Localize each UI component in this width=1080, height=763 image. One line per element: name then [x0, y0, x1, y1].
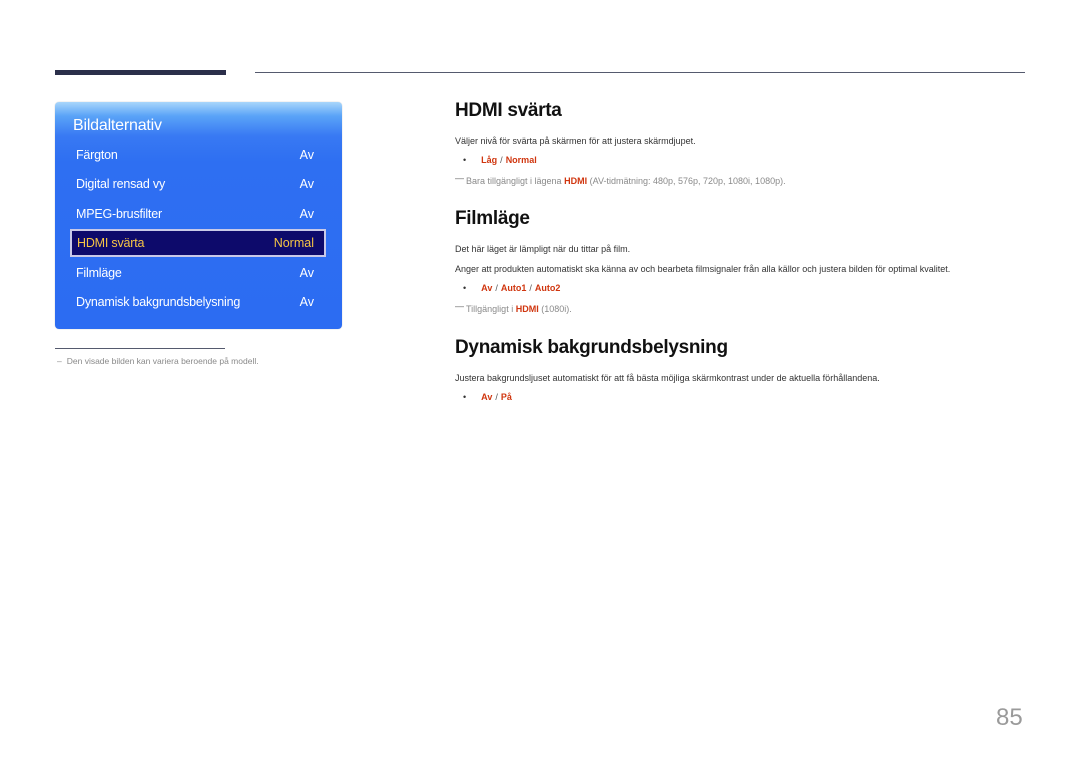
footnote: – Den visade bilden kan variera beroende …	[57, 356, 259, 366]
option-separator: /	[500, 155, 503, 165]
section-description: Väljer nivå för svärta på skärmen för at…	[455, 136, 696, 146]
note-mark: —	[455, 301, 464, 311]
osd-item-digital-rensad-vy[interactable]: Digital rensad vy Av	[71, 172, 325, 198]
availability-highlight: HDMI	[515, 304, 539, 314]
option-list: • Låg / Normal	[463, 155, 537, 165]
osd-menu-panel: Bildalternativ Färgton Av Digital rensad…	[55, 102, 342, 329]
osd-item-value: Av	[299, 295, 314, 309]
osd-item-filmlage[interactable]: Filmläge Av	[71, 261, 325, 287]
footnote-dash: –	[57, 356, 62, 366]
option-auto2: Auto2	[534, 283, 561, 293]
osd-item-fargton[interactable]: Färgton Av	[71, 143, 325, 169]
availability-highlight: HDMI	[564, 176, 588, 186]
osd-item-hdmi-svarta[interactable]: HDMI svärta Normal	[70, 229, 326, 257]
osd-item-label: Dynamisk bakgrundsbelysning	[76, 295, 241, 309]
section-description: Justera bakgrundsljuset automatiskt för …	[455, 373, 880, 383]
section-dynamisk-bakgrundsbelysning: Dynamisk bakgrundsbelysning Justera bakg…	[455, 337, 880, 402]
section-title: Dynamisk bakgrundsbelysning	[455, 337, 728, 358]
bullet: •	[463, 155, 467, 165]
osd-item-label: HDMI svärta	[77, 236, 145, 250]
option-list: • Av / På	[463, 392, 512, 402]
osd-item-value: Av	[299, 148, 314, 162]
header-bar-thick	[55, 70, 226, 75]
osd-item-label: Färgton	[76, 148, 118, 162]
availability-note: — Tillgängligt i HDMI (1080i).	[455, 301, 572, 314]
note-mark: —	[455, 173, 464, 183]
bullet: •	[463, 392, 467, 402]
availability-prefix: Tillgängligt i	[466, 304, 514, 314]
osd-item-value: Normal	[273, 236, 314, 250]
option-normal: Normal	[505, 155, 537, 165]
option-list: • Av / Auto1/Auto2	[463, 283, 560, 293]
option-auto1: Auto1	[500, 283, 527, 293]
section-title: Filmläge	[455, 208, 530, 229]
osd-menu-title: Bildalternativ	[73, 117, 162, 134]
availability-suffix: (AV-tidmätning: 480p, 576p, 720p, 1080i,…	[589, 176, 786, 186]
option-separator: /	[529, 283, 532, 293]
option-separator: /	[495, 392, 498, 402]
page-number: 85	[996, 704, 1023, 731]
header-rule	[255, 72, 1025, 73]
bullet: •	[463, 283, 467, 293]
osd-item-value: Av	[299, 266, 314, 280]
section-description-1: Det här läget är lämpligt när du tittar …	[455, 244, 631, 254]
footnote-text: Den visade bilden kan variera beroende p…	[66, 356, 259, 366]
section-filmlage: Filmläge Det här läget är lämpligt när d…	[455, 208, 950, 314]
option-pa: På	[500, 392, 512, 402]
osd-item-label: Filmläge	[76, 266, 122, 280]
osd-item-value: Av	[299, 177, 314, 191]
section-hdmi-svarta: HDMI svärta Väljer nivå för svärta på sk…	[455, 100, 786, 186]
osd-item-value: Av	[299, 207, 314, 221]
osd-item-mpeg-brusfilter[interactable]: MPEG-brusfilter Av	[71, 202, 325, 228]
osd-item-label: MPEG-brusfilter	[76, 207, 162, 221]
option-av: Av	[481, 392, 493, 402]
availability-note: — Bara tillgängligt i lägena HDMI (AV-tid…	[455, 173, 786, 186]
option-lag: Låg	[481, 155, 498, 165]
availability-suffix: (1080i).	[541, 304, 572, 314]
section-title: HDMI svärta	[455, 100, 562, 121]
section-description-2: Anger att produkten automatiskt ska känn…	[455, 264, 951, 274]
osd-item-label: Digital rensad vy	[76, 177, 166, 191]
option-separator: /	[495, 283, 498, 293]
option-av: Av	[481, 283, 493, 293]
footnote-rule	[55, 348, 225, 349]
osd-item-dynamisk-bakgrundsbelysning[interactable]: Dynamisk bakgrundsbelysning Av	[71, 290, 325, 316]
availability-prefix: Bara tillgängligt i lägena	[466, 176, 562, 186]
